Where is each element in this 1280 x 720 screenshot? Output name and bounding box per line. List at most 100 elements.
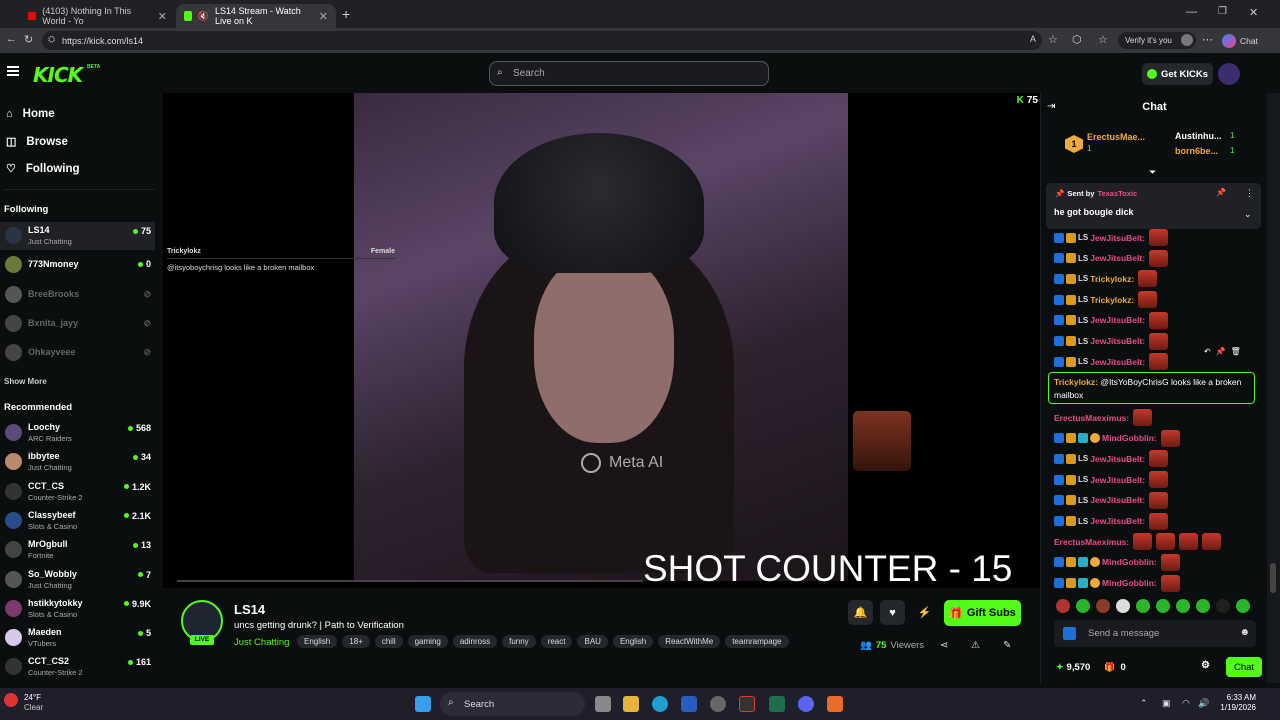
delete-icon[interactable]: 🗑 bbox=[1231, 347, 1241, 356]
close-tab-icon[interactable]: ✕ bbox=[319, 10, 328, 23]
chat-username[interactable]: JewJitsuBelt: bbox=[1090, 495, 1145, 505]
boost-button[interactable]: ⚡ bbox=[912, 600, 937, 625]
volume-icon[interactable]: 🔊 bbox=[1198, 698, 1209, 709]
chat-message[interactable]: LS JewJitsuBelt: bbox=[1054, 332, 1169, 350]
reply-message[interactable]: Trickylokz: @ItsYoBoyChrisG looks like a… bbox=[1048, 372, 1255, 404]
emote-icon[interactable] bbox=[1096, 599, 1110, 613]
more-options-icon[interactable]: ⋯ bbox=[1202, 33, 1213, 46]
stream-category[interactable]: Just Chatting bbox=[234, 637, 289, 648]
nav-home[interactable]: ⌂ Home bbox=[6, 108, 55, 120]
clock[interactable]: 6:33 AM 1/19/2026 bbox=[1214, 693, 1256, 713]
site-info-icon[interactable]: ⛭ bbox=[48, 34, 55, 45]
send-message-input[interactable]: Send a message ☻ bbox=[1054, 620, 1256, 647]
stream-tag[interactable]: ReactWithMe bbox=[658, 635, 721, 648]
chat-message[interactable]: LS Trickylokz: bbox=[1054, 291, 1158, 309]
nav-browse[interactable]: ◫ Browse bbox=[6, 135, 68, 149]
close-tab-icon[interactable]: ✕ bbox=[158, 10, 167, 23]
extensions-icon[interactable]: ⬡ bbox=[1072, 33, 1082, 46]
chevron-down-icon[interactable]: ⌄ bbox=[1244, 209, 1252, 220]
get-kicks-button[interactable]: Get KICKs bbox=[1142, 63, 1213, 85]
recommended-channel[interactable]: Loochy ARC Raiders 568 bbox=[0, 419, 155, 447]
stream-tag[interactable]: funny bbox=[502, 635, 536, 648]
recommended-channel[interactable]: Maeden VTubers 5 bbox=[0, 624, 155, 652]
chat-username[interactable]: Trickylokz: bbox=[1090, 274, 1134, 284]
stream-tag[interactable]: 18+ bbox=[342, 635, 370, 648]
streamer-name[interactable]: LS14 bbox=[234, 602, 265, 617]
verify-profile-button[interactable]: Verify it's you bbox=[1118, 32, 1196, 49]
emote-icon[interactable] bbox=[1196, 599, 1210, 613]
settings-gear-icon[interactable]: ⚙ bbox=[1201, 660, 1210, 671]
chat-message[interactable]: LS JewJitsuBelt: bbox=[1054, 512, 1169, 530]
app-a-icon[interactable] bbox=[827, 696, 843, 712]
chat-message[interactable]: LS JewJitsuBelt: bbox=[1054, 353, 1169, 371]
clip-icon[interactable]: ✎ bbox=[1003, 640, 1011, 651]
recommended-channel[interactable]: CCT_CS Counter-Strike 2 1.2K bbox=[0, 478, 155, 506]
steam-icon[interactable] bbox=[710, 696, 726, 712]
scrollbar-thumb[interactable] bbox=[1270, 563, 1276, 593]
page-scrollbar[interactable] bbox=[1267, 93, 1280, 683]
muted-speaker-icon[interactable]: 🔇 bbox=[198, 11, 209, 22]
new-tab-icon[interactable]: + bbox=[342, 6, 350, 22]
chat-message[interactable]: ErectusMaeximus: bbox=[1054, 409, 1153, 426]
chat-username[interactable]: JewJitsuBelt: bbox=[1090, 233, 1145, 243]
chat-message[interactable]: LS JewJitsuBelt: bbox=[1054, 229, 1169, 246]
nav-following[interactable]: ♡ Following bbox=[6, 162, 80, 176]
recommended-channel[interactable]: CCT_CS2 Counter-Strike 2 161 bbox=[0, 653, 155, 681]
favorite-star-icon[interactable]: ☆ bbox=[1048, 33, 1058, 46]
browser-tab-youtube[interactable]: (4103) Nothing In This World - Yo ✕ bbox=[20, 4, 175, 28]
chat-username[interactable]: MindGobblin: bbox=[1102, 557, 1157, 567]
emote-icon[interactable] bbox=[1216, 599, 1230, 613]
stream-tag[interactable]: BAU bbox=[577, 635, 608, 648]
gifter-name[interactable]: born6be... bbox=[1175, 146, 1218, 156]
report-icon[interactable]: ⚠ bbox=[971, 640, 980, 651]
progress-bar[interactable] bbox=[177, 580, 643, 582]
share-icon[interactable]: ⋖ bbox=[940, 640, 948, 651]
chat-message[interactable]: LS JewJitsuBelt: bbox=[1054, 249, 1169, 267]
following-channel-ls14[interactable]: LS14 Just Chatting 75 bbox=[0, 222, 155, 250]
following-channel-offline[interactable]: BreeBrooks ⊘ bbox=[0, 281, 155, 309]
chat-username[interactable]: MindGobblin: bbox=[1102, 578, 1157, 588]
emote-icon[interactable] bbox=[1236, 599, 1250, 613]
emote-icon[interactable] bbox=[1176, 599, 1190, 613]
stream-tag[interactable]: chill bbox=[374, 635, 403, 648]
chat-username[interactable]: JewJitsuBelt: bbox=[1090, 253, 1145, 263]
chat-username[interactable]: JewJitsuBelt: bbox=[1090, 357, 1145, 367]
taskbar-search[interactable]: ⌕ Search bbox=[440, 692, 585, 716]
close-window-icon[interactable]: ✕ bbox=[1249, 6, 1258, 19]
chat-message[interactable]: LS Trickylokz: bbox=[1054, 270, 1158, 288]
gifter-name[interactable]: Austinhu... bbox=[1175, 131, 1222, 141]
filter-icon[interactable]: ⏷ bbox=[1149, 167, 1156, 178]
discord-icon[interactable] bbox=[798, 696, 814, 712]
read-aloud-icon[interactable]: A bbox=[1030, 34, 1036, 44]
browser-tab-kick[interactable]: 🔇 LS14 Stream - Watch Live on K ✕ bbox=[176, 4, 336, 28]
chat-username[interactable]: JewJitsuBelt: bbox=[1090, 516, 1145, 526]
following-channel-offline[interactable]: Bxnita_jayy ⊘ bbox=[0, 310, 155, 338]
favorites-icon[interactable]: ☆ bbox=[1098, 33, 1108, 46]
minimize-icon[interactable]: — bbox=[1186, 6, 1197, 18]
chat-message[interactable]: MindGobblin: bbox=[1054, 429, 1180, 447]
follow-button[interactable]: ♥ bbox=[880, 600, 905, 625]
stream-tag[interactable]: teamrampage bbox=[725, 635, 789, 648]
weather-widget[interactable]: 24°F Clear bbox=[24, 693, 43, 713]
back-icon[interactable]: ← bbox=[6, 33, 17, 45]
video-player[interactable]: Meta AI Trickylokz Female @itsyoboychris… bbox=[163, 93, 1040, 588]
recommended-channel[interactable]: MrOgbull Fortnite 13 bbox=[0, 536, 155, 564]
chat-message[interactable]: MindGobblin: bbox=[1054, 553, 1180, 571]
chat-send-button[interactable]: Chat bbox=[1226, 657, 1262, 677]
tray-chevron-icon[interactable]: ⌃ bbox=[1140, 698, 1148, 709]
following-channel-773nmoney[interactable]: 773Nmoney 0 bbox=[0, 251, 155, 279]
chat-message[interactable]: LS JewJitsuBelt: bbox=[1054, 471, 1169, 489]
wifi-icon[interactable]: ◠ bbox=[1182, 698, 1190, 709]
recommended-channel[interactable]: Classybeef Slots & Casino 2.1K bbox=[0, 507, 155, 535]
hamburger-menu-icon[interactable] bbox=[7, 66, 19, 76]
file-explorer-icon[interactable] bbox=[623, 696, 639, 712]
chat-username[interactable]: ErectusMaeximus: bbox=[1054, 413, 1129, 423]
terminal-icon[interactable] bbox=[769, 696, 785, 712]
emote-icon[interactable] bbox=[1136, 599, 1150, 613]
stream-tag[interactable]: react bbox=[540, 635, 573, 648]
chat-username[interactable]: JewJitsuBelt: bbox=[1090, 454, 1145, 464]
emote-icon[interactable] bbox=[1116, 599, 1130, 613]
recommended-channel[interactable]: ibbytee Just Chatting 34 bbox=[0, 448, 155, 476]
show-more-link[interactable]: Show More bbox=[4, 377, 47, 386]
chat-username[interactable]: Trickylokz: bbox=[1090, 295, 1134, 305]
